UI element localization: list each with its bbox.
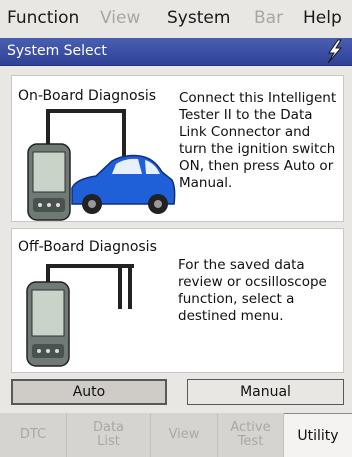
- menu-bar-item: Bar: [254, 8, 284, 28]
- bottom-tab-bar: DTC Data List View Active Test Utility: [0, 413, 352, 457]
- onboard-description: Connect this Intelligent Tester II to th…: [179, 90, 337, 191]
- tab-active-test: Active Test: [218, 413, 284, 457]
- menu-function[interactable]: Function: [7, 6, 79, 30]
- menu-help[interactable]: Help: [303, 6, 342, 30]
- menu-bar: Function View System Bar Help: [0, 0, 352, 38]
- tab-data-list: Data List: [67, 413, 151, 457]
- tab-active-test-label: Active Test: [230, 420, 271, 449]
- app-window: Function View System Bar Help System Sel…: [0, 0, 352, 457]
- offboard-diagnosis-panel[interactable]: Off-Board Diagnosis For the saved data r…: [11, 228, 344, 373]
- manual-button[interactable]: Manual: [187, 379, 344, 405]
- menu-system[interactable]: System: [167, 6, 230, 30]
- menu-view: View: [100, 8, 141, 28]
- tab-view: View: [151, 413, 218, 457]
- tab-dtc: DTC: [0, 413, 67, 457]
- onboard-heading: On-Board Diagnosis: [18, 88, 157, 104]
- offboard-heading: Off-Board Diagnosis: [18, 239, 157, 255]
- tab-data-list-label: Data List: [92, 420, 125, 449]
- lightning-bolt-icon: [327, 39, 343, 64]
- window-title: System Select: [7, 43, 107, 59]
- tab-utility-label: Utility: [297, 427, 339, 444]
- tab-dtc-label: DTC: [19, 427, 47, 442]
- tab-utility[interactable]: Utility: [284, 413, 352, 457]
- auto-button[interactable]: Auto: [11, 379, 167, 405]
- offboard-description: For the saved data review or ocsilloscop…: [178, 257, 327, 324]
- onboard-diagnosis-panel[interactable]: On-Board Diagnosis Connect this Intellig…: [11, 75, 344, 222]
- title-bar: System Select: [0, 38, 352, 66]
- tab-view-label: View: [168, 427, 200, 442]
